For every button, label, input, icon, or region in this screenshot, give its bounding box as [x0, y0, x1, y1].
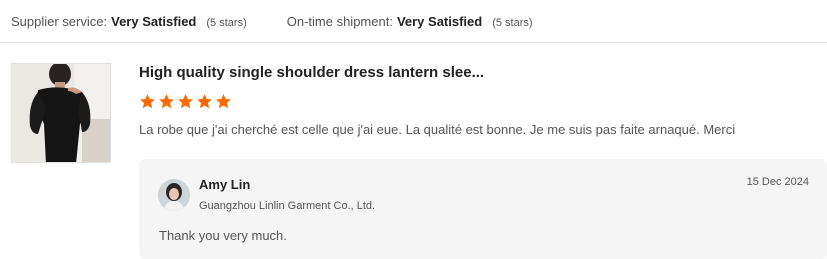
- review-text: La robe que j'ai cherché est celle que j…: [139, 122, 736, 137]
- product-title-link[interactable]: High quality single shoulder dress lante…: [139, 64, 484, 81]
- star-icon: [159, 94, 174, 109]
- shipment-rating: On-time shipment: Very Satisfied (5 star…: [287, 14, 533, 29]
- supplier-service-rating: Supplier service: Very Satisfied (5 star…: [11, 14, 247, 29]
- shipment-stars: (5 stars): [492, 16, 533, 29]
- review-item: High quality single shoulder dress lante…: [0, 44, 827, 259]
- supplier-service-label: Supplier service:: [11, 13, 108, 29]
- ratings-summary-bar: Supplier service: Very Satisfied (5 star…: [0, 0, 827, 43]
- product-image[interactable]: [11, 63, 111, 163]
- reply-date: 15 Dec 2024: [746, 176, 809, 188]
- product-photo-illustration: [12, 64, 110, 162]
- replier-company: Guangzhou Linlin Garment Co., Ltd.: [199, 200, 376, 212]
- star-icon: [178, 94, 193, 109]
- avatar: [158, 179, 190, 211]
- star-icon: [140, 94, 155, 109]
- star-icon: [216, 94, 231, 109]
- review-star-rating: [139, 93, 232, 110]
- replier-name: Amy Lin: [199, 177, 251, 192]
- supplier-reply: Amy Lin Guangzhou Linlin Garment Co., Lt…: [139, 159, 827, 259]
- supplier-service-value: Very Satisfied: [111, 13, 197, 29]
- shipment-value: Very Satisfied: [396, 13, 483, 29]
- star-icon: [197, 94, 212, 109]
- reply-text: Thank you very much.: [159, 228, 287, 243]
- avatar-photo: [158, 179, 190, 211]
- supplier-service-stars: (5 stars): [206, 16, 247, 29]
- shipment-label: On-time shipment:: [286, 13, 393, 29]
